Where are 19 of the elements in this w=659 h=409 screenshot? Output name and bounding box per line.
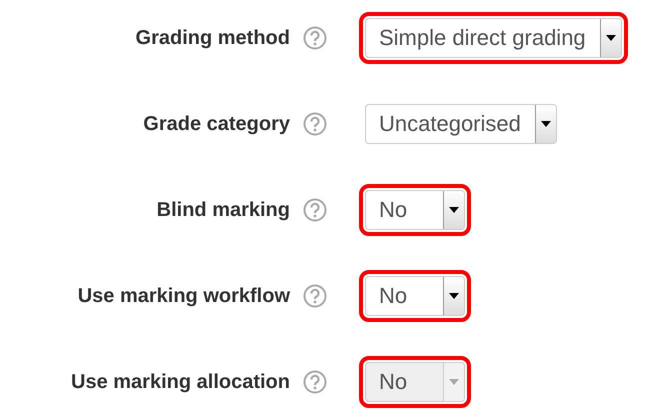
help-icon[interactable]: [303, 112, 327, 136]
caret-icon: [449, 379, 459, 385]
field-label: Blind marking: [156, 198, 290, 222]
caret-icon: [449, 293, 459, 299]
dropdown[interactable]: No: [365, 276, 465, 316]
dropdown[interactable]: Simple direct grading: [365, 18, 622, 58]
help-icon[interactable]: [303, 26, 327, 50]
caret-icon: [540, 121, 551, 127]
field-label: Use marking allocation: [70, 370, 290, 394]
caret-icon: [606, 35, 616, 41]
help-icon[interactable]: [303, 198, 327, 222]
caret-icon: [449, 207, 459, 213]
field-label: Grading method: [134, 26, 290, 50]
dropdown[interactable]: No: [365, 190, 465, 230]
dropdown[interactable]: Uncategorised: [365, 104, 557, 144]
help-icon[interactable]: [303, 284, 327, 308]
field-label: Grade category: [142, 112, 290, 136]
help-icon[interactable]: [303, 370, 327, 394]
field-label: Use marking workflow: [76, 284, 290, 308]
